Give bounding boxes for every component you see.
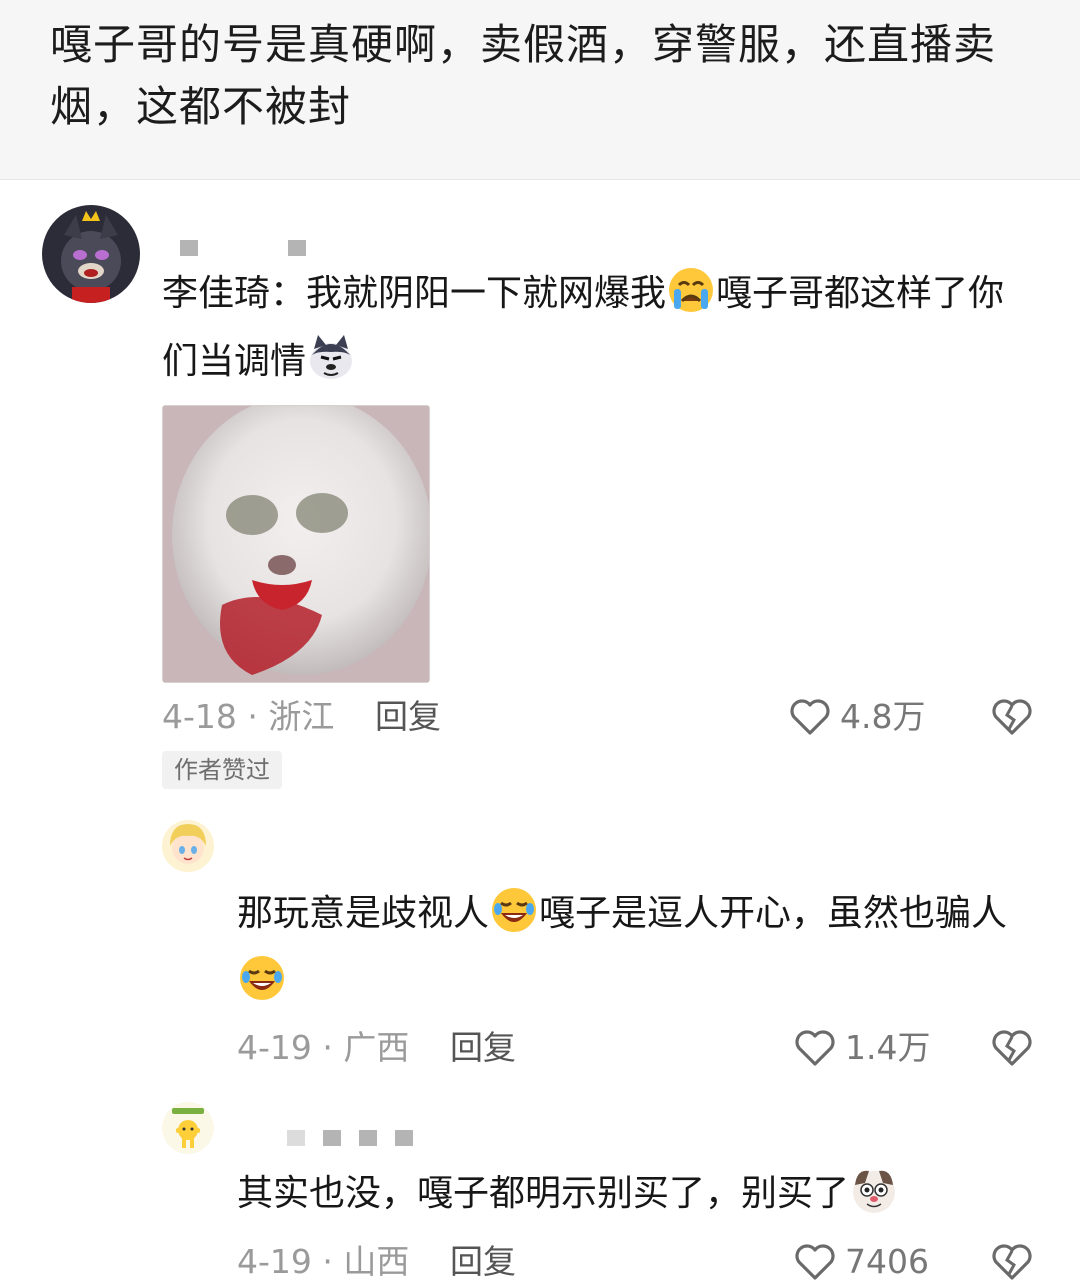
masked-username[interactable] [180, 240, 306, 256]
masked-username[interactable] [287, 1130, 413, 1146]
like-button[interactable]: 1.4万 [793, 1026, 930, 1070]
reply-button[interactable]: 回复 [450, 1242, 516, 1282]
redaction-block [395, 1130, 413, 1146]
comment-text-part: 其实也没，嘎子都明示别买了，别买了 [237, 1173, 850, 1214]
dislike-button[interactable] [990, 1240, 1034, 1285]
reply-button[interactable]: 回复 [375, 697, 441, 737]
dog-emoji [849, 1165, 899, 1215]
husky-emoji [306, 333, 356, 383]
redaction-block [287, 1130, 305, 1146]
avatar[interactable] [162, 820, 214, 872]
comment-text: 李佳琦：我就阴阳一下就网爆我 嘎子哥都这样了你们当调情 [162, 260, 1032, 396]
comment-text-part: 李佳琦：我就阴阳一下就网爆我 [162, 273, 667, 314]
broken-heart-icon [990, 695, 1034, 739]
post-title: 嘎子哥的号是真硬啊，卖假酒，穿警服，还直播卖烟，这都不被封 [50, 20, 997, 131]
comment-date-location: 4-19 · 山西 [237, 1242, 410, 1281]
dislike-button[interactable] [990, 695, 1034, 743]
crying-emoji [666, 265, 716, 315]
author-liked-badge: 作者赞过 [162, 751, 282, 789]
comment-text-part: 嘎子是逗人开心，虽然也骗人 [539, 893, 1008, 934]
like-count: 1.4万 [845, 1028, 931, 1067]
like-count: 7406 [845, 1242, 929, 1281]
heart-icon [793, 1240, 837, 1284]
comment-text: 那玩意是歧视人 嘎子是逗人开心，虽然也骗人 [237, 880, 1037, 1016]
redaction-block [323, 1130, 341, 1146]
redaction-block [180, 240, 198, 256]
rofl-emoji [489, 885, 539, 935]
avatar[interactable] [42, 205, 140, 303]
like-count: 4.8万 [840, 697, 926, 736]
like-button[interactable]: 7406 [793, 1240, 929, 1284]
comment-date-location: 4-18 · 浙江 [162, 697, 335, 736]
like-button[interactable]: 4.8万 [788, 695, 925, 739]
redaction-block [359, 1130, 377, 1146]
comment-date-location: 4-19 · 广西 [237, 1028, 410, 1067]
reply-button[interactable]: 回复 [450, 1028, 516, 1068]
avatar[interactable] [162, 1102, 214, 1154]
redaction-block [288, 240, 306, 256]
dislike-button[interactable] [990, 1026, 1034, 1074]
comment-text-part: 那玩意是歧视人 [237, 893, 490, 934]
comment-image[interactable] [162, 405, 430, 683]
comment-text: 其实也没，嘎子都明示别买了，别买了 [237, 1160, 1037, 1228]
broken-heart-icon [990, 1026, 1034, 1070]
rofl-emoji [237, 953, 287, 1003]
broken-heart-icon [990, 1240, 1034, 1284]
heart-icon [788, 695, 832, 739]
post-header: 嘎子哥的号是真硬啊，卖假酒，穿警服，还直播卖烟，这都不被封 [0, 0, 1080, 180]
heart-icon [793, 1026, 837, 1070]
